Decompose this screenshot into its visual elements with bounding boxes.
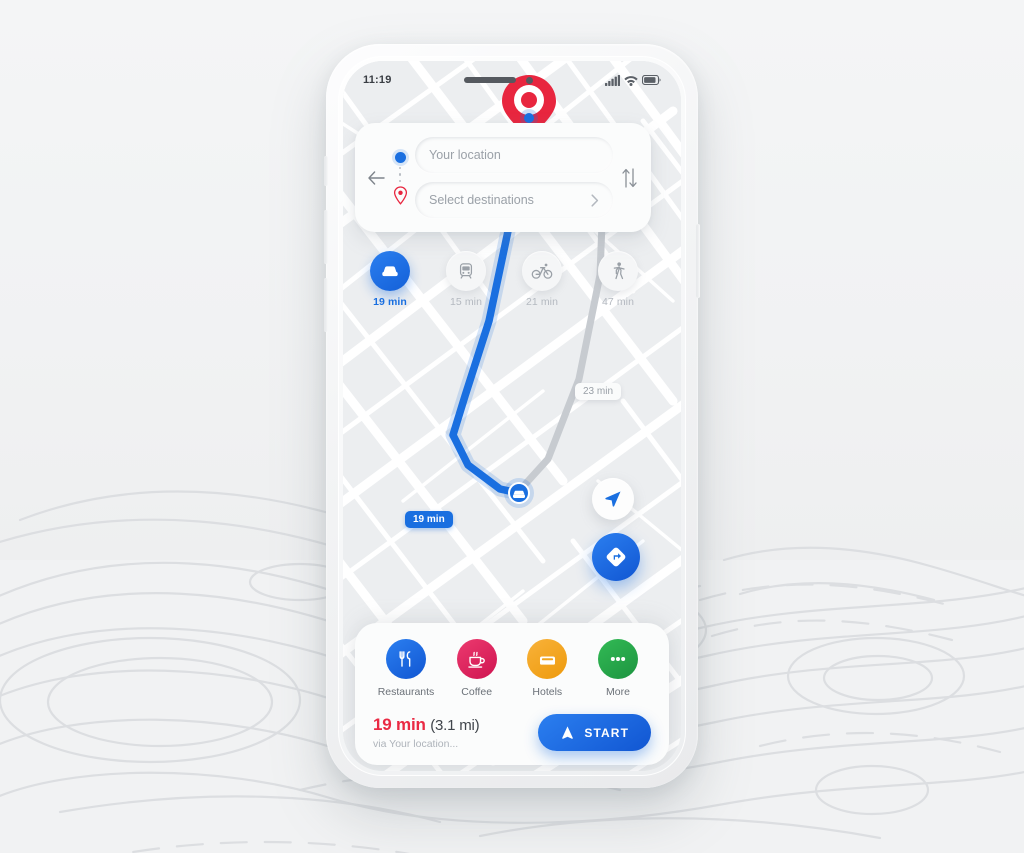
route-via-text: via Your location... (373, 738, 459, 750)
transport-mode-driving[interactable]: 19 min (359, 251, 421, 308)
restaurant-icon (399, 651, 411, 667)
route-connector-dot (398, 173, 402, 176)
transport-mode-cycling[interactable]: 21 min (511, 251, 573, 308)
bicycle-icon (531, 263, 553, 279)
origin-input-placeholder: Your location (429, 148, 501, 162)
battery-icon (642, 75, 661, 85)
bottom-sheet: Restaurants Coffee Hotels More 19 min (3… (355, 623, 669, 765)
transport-mode-cycling-duration: 21 min (525, 296, 559, 308)
route-eta-distance: 19 min (3.1 mi) (373, 715, 480, 735)
wifi-icon (624, 75, 638, 86)
silent-switch-button[interactable] (324, 156, 328, 186)
category-more-circle (597, 639, 638, 679)
back-button[interactable] (367, 170, 385, 185)
chevron-right-icon (591, 193, 599, 207)
category-restaurants-label: Restaurants (377, 686, 435, 698)
category-restaurants[interactable]: Restaurants (375, 639, 437, 698)
swap-locations-button[interactable] (619, 167, 639, 189)
locate-me-button[interactable] (592, 478, 634, 520)
status-bar: 11:19 (343, 61, 681, 99)
category-coffee[interactable]: Coffee (446, 639, 508, 698)
volume-up-button[interactable] (324, 210, 328, 264)
route-eta: 19 min (373, 715, 426, 734)
origin-input[interactable]: Your location (415, 137, 613, 173)
transport-mode-walking-duration: 47 min (601, 296, 635, 308)
transport-mode-driving-duration: 19 min (373, 296, 407, 308)
alternate-route-duration-chip[interactable]: 23 min (575, 383, 622, 400)
route-connector-dot (398, 179, 402, 183)
category-hotels-label: Hotels (532, 686, 563, 698)
origin-dot-icon (394, 151, 406, 163)
destination-pin-icon (393, 186, 407, 206)
directions-icon (606, 547, 626, 567)
start-button-label: START (584, 725, 629, 740)
origin-car-marker[interactable] (504, 478, 534, 508)
category-coffee-circle (456, 639, 497, 679)
route-endpoint-dot (524, 113, 534, 123)
category-restaurants-circle (386, 639, 426, 679)
phone-bezel: 19 min 23 min 11:19 Your location Select… (338, 56, 686, 776)
directions-button[interactable] (592, 533, 640, 581)
transport-mode-transit[interactable]: 15 min (435, 251, 497, 308)
transport-mode-transit-duration: 15 min (449, 296, 483, 308)
signal-icon (605, 74, 620, 86)
primary-route-duration-chip[interactable]: 19 min (405, 511, 453, 528)
category-shortcuts: Restaurants Coffee Hotels More (369, 639, 655, 698)
destination-input[interactable]: Select destinations (415, 182, 613, 218)
transport-mode-walking-circle (598, 251, 638, 291)
transport-mode-transit-circle (446, 251, 486, 291)
route-summary-info: 19 min (3.1 mi) via Your location... (373, 715, 480, 750)
transport-mode-walking[interactable]: 47 min (587, 251, 649, 308)
route-search-panel: Your location Select destinations (355, 123, 651, 232)
route-stops-indicator (391, 150, 409, 206)
transport-mode-driving-circle (370, 251, 410, 291)
front-camera (525, 76, 533, 84)
volume-down-button[interactable] (324, 278, 328, 332)
phone-device: 19 min 23 min 11:19 Your location Select… (324, 44, 700, 788)
transit-icon (459, 263, 473, 279)
coffee-icon (468, 651, 486, 668)
hotel-bed-icon (539, 656, 555, 665)
transport-mode-cycling-circle (522, 251, 562, 291)
category-coffee-label: Coffee (461, 686, 493, 698)
power-button[interactable] (696, 224, 700, 298)
category-hotels-circle (527, 639, 568, 679)
back-arrow-icon (367, 170, 385, 185)
earpiece-speaker (463, 77, 516, 83)
status-bar-icons (605, 74, 661, 86)
car-icon (382, 266, 398, 277)
route-connector-dot (398, 166, 402, 170)
phone-notch-area (392, 76, 605, 84)
swap-vertical-icon (621, 167, 637, 188)
more-dots-icon (610, 656, 626, 662)
route-distance: (3.1 mi) (430, 717, 480, 734)
destination-input-placeholder: Select destinations (429, 193, 534, 207)
navigation-arrow-icon (562, 726, 574, 739)
phone-screen: 19 min 23 min 11:19 Your location Select… (343, 61, 681, 771)
transport-mode-selector: 19 min 15 min 21 min 47 min (359, 251, 649, 308)
navigation-arrow-icon (605, 491, 621, 507)
category-more-label: More (606, 686, 630, 698)
start-navigation-button[interactable]: START (538, 714, 651, 751)
category-more[interactable]: More (587, 639, 649, 698)
walking-icon (613, 262, 625, 280)
route-fields: Your location Select destinations (415, 137, 613, 218)
category-hotels[interactable]: Hotels (516, 639, 578, 698)
route-summary-bar: 19 min (3.1 mi) via Your location... STA… (369, 714, 655, 751)
status-bar-clock: 11:19 (363, 74, 392, 86)
